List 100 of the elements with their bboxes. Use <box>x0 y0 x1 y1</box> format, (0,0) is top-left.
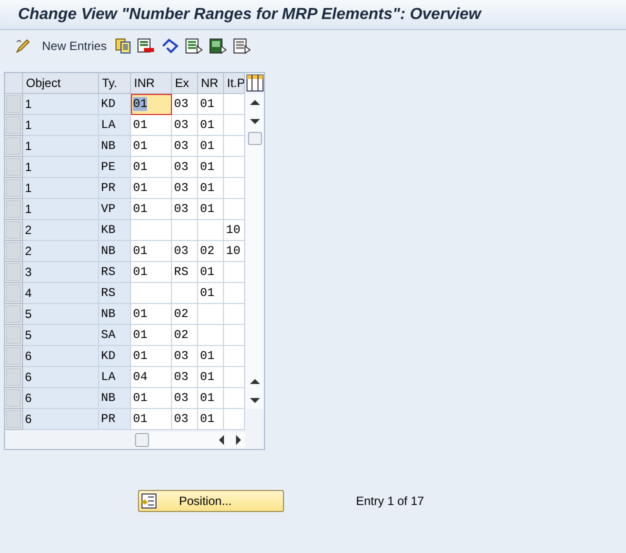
input-field[interactable]: 01 <box>198 388 224 409</box>
input-field[interactable]: 01 <box>131 262 172 283</box>
scroll-left-icon[interactable] <box>219 435 224 445</box>
input-field[interactable] <box>224 94 245 115</box>
input-field[interactable] <box>198 304 224 325</box>
input-field[interactable]: 03 <box>172 409 198 430</box>
input-field[interactable]: 03 <box>172 115 198 136</box>
new-entries-button[interactable]: New Entries <box>12 35 109 57</box>
input-field[interactable]: 03 <box>172 388 198 409</box>
vertical-scrollbar[interactable] <box>246 94 264 409</box>
delete-row-icon[interactable] <box>136 38 155 54</box>
row-selector[interactable] <box>5 157 23 178</box>
input-field[interactable]: 01 <box>131 157 172 178</box>
input-field[interactable] <box>224 136 245 157</box>
input-field[interactable] <box>224 304 245 325</box>
input-field[interactable] <box>224 409 245 430</box>
scroll-down-icon[interactable] <box>250 398 260 403</box>
input-field[interactable]: RS <box>172 262 198 283</box>
copy-icon[interactable] <box>114 38 131 54</box>
input-field[interactable]: 01 <box>198 115 224 136</box>
input-field[interactable]: 01 <box>198 178 224 199</box>
column-settings-icon[interactable] <box>246 74 264 92</box>
input-field[interactable]: 01 <box>198 409 224 430</box>
input-field[interactable]: 01 <box>131 94 172 115</box>
column-header[interactable]: Ex <box>172 73 198 94</box>
input-field[interactable]: 01 <box>198 157 224 178</box>
input-field[interactable] <box>224 262 245 283</box>
input-field[interactable]: 02 <box>198 241 224 262</box>
input-field[interactable]: 01 <box>131 346 172 367</box>
scroll-thumb[interactable] <box>248 132 262 145</box>
row-selector[interactable] <box>5 94 23 115</box>
input-field[interactable]: 01 <box>131 199 172 220</box>
column-header[interactable]: Ty. <box>99 73 131 94</box>
input-field[interactable]: 01 <box>131 115 172 136</box>
input-field[interactable]: 03 <box>172 241 198 262</box>
input-field[interactable]: 01 <box>198 367 224 388</box>
input-field[interactable] <box>224 283 245 304</box>
column-header[interactable]: Object <box>23 73 99 94</box>
row-selector[interactable] <box>5 409 23 430</box>
input-field[interactable] <box>224 346 245 367</box>
input-field[interactable] <box>224 367 245 388</box>
input-field[interactable]: 01 <box>131 325 172 346</box>
input-field[interactable] <box>131 220 172 241</box>
row-selector[interactable] <box>5 136 23 157</box>
input-field[interactable]: 01 <box>198 94 224 115</box>
input-field[interactable]: 03 <box>172 178 198 199</box>
input-field[interactable]: 03 <box>172 199 198 220</box>
horizontal-scrollbar[interactable] <box>135 432 245 448</box>
column-header[interactable]: INR <box>131 73 172 94</box>
input-field[interactable]: 01 <box>198 136 224 157</box>
input-field[interactable]: 01 <box>198 346 224 367</box>
row-selector[interactable] <box>5 346 23 367</box>
input-field[interactable] <box>224 157 245 178</box>
input-field[interactable]: 02 <box>172 325 198 346</box>
row-selector[interactable] <box>5 325 23 346</box>
scroll-thumb[interactable] <box>135 433 149 447</box>
input-field[interactable]: 01 <box>131 178 172 199</box>
position-button[interactable]: Position... <box>138 490 284 512</box>
input-field[interactable]: 10 <box>224 220 245 241</box>
input-field[interactable] <box>224 199 245 220</box>
input-field[interactable] <box>224 388 245 409</box>
input-field[interactable]: 03 <box>172 94 198 115</box>
input-field[interactable]: 01 <box>131 241 172 262</box>
input-field[interactable] <box>198 325 224 346</box>
row-selector[interactable] <box>5 388 23 409</box>
scroll-right-icon[interactable] <box>236 435 241 445</box>
row-selector[interactable] <box>5 304 23 325</box>
input-field[interactable] <box>224 325 245 346</box>
row-selector[interactable] <box>5 283 23 304</box>
row-selector[interactable] <box>5 262 23 283</box>
input-field[interactable] <box>198 220 224 241</box>
input-field[interactable]: 01 <box>198 199 224 220</box>
input-field[interactable] <box>224 115 245 136</box>
input-field[interactable]: 03 <box>172 346 198 367</box>
input-field[interactable]: 03 <box>172 136 198 157</box>
row-selector[interactable] <box>5 367 23 388</box>
input-field[interactable]: 01 <box>131 304 172 325</box>
column-header[interactable]: NR <box>198 73 224 94</box>
input-field[interactable] <box>224 178 245 199</box>
input-field[interactable] <box>172 220 198 241</box>
input-field[interactable]: 01 <box>131 409 172 430</box>
row-selector[interactable] <box>5 115 23 136</box>
input-field[interactable]: 01 <box>198 283 224 304</box>
input-field[interactable] <box>172 283 198 304</box>
input-field[interactable]: 03 <box>172 157 198 178</box>
input-field[interactable]: 02 <box>172 304 198 325</box>
input-field[interactable]: 01 <box>198 262 224 283</box>
input-field[interactable]: 10 <box>224 241 245 262</box>
input-field[interactable]: 01 <box>131 388 172 409</box>
scroll-up-icon[interactable] <box>250 100 260 105</box>
row-selector[interactable] <box>5 241 23 262</box>
input-field[interactable]: 04 <box>131 367 172 388</box>
input-field[interactable] <box>131 283 172 304</box>
column-header[interactable]: It.P <box>224 73 245 94</box>
input-field[interactable]: 03 <box>172 367 198 388</box>
select-all-button[interactable] <box>5 73 23 94</box>
row-selector[interactable] <box>5 199 23 220</box>
row-selector[interactable] <box>5 220 23 241</box>
scroll-up-icon[interactable] <box>250 379 260 384</box>
input-field[interactable]: 01 <box>131 136 172 157</box>
